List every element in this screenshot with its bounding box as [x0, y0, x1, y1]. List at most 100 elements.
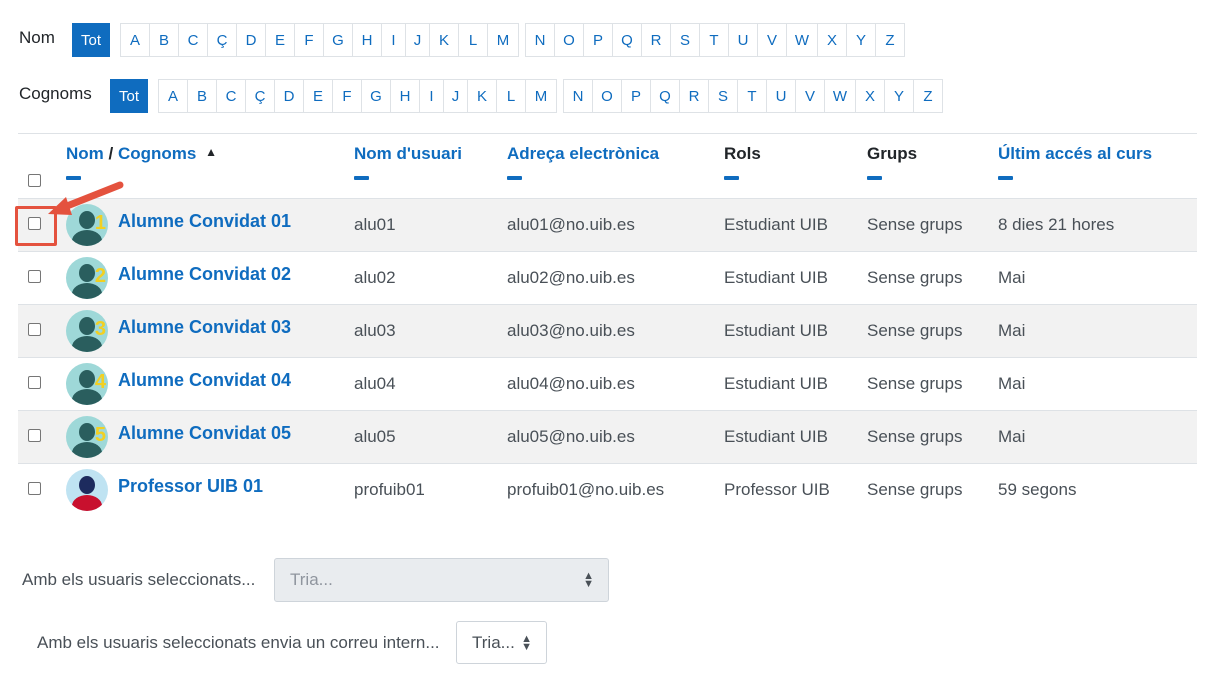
filter-letter-a[interactable]: A	[158, 79, 188, 113]
avatar[interactable]: 5	[66, 416, 108, 458]
groups-cell[interactable]: Sense grups	[867, 357, 998, 411]
filter-letter-d[interactable]: D	[274, 79, 304, 113]
filter-letter-m[interactable]: M	[487, 23, 519, 57]
filter-letter-x[interactable]: X	[855, 79, 885, 113]
filter-letter-p[interactable]: P	[621, 79, 651, 113]
filter-letter-j[interactable]: J	[405, 23, 430, 57]
filter-letter-j[interactable]: J	[443, 79, 468, 113]
user-name-link[interactable]: Alumne Convidat 03	[118, 317, 291, 338]
row-checkbox[interactable]	[28, 270, 41, 283]
role-cell[interactable]: Estudiant UIB	[724, 357, 867, 411]
avatar[interactable]	[66, 469, 108, 511]
row-checkbox[interactable]	[28, 323, 41, 336]
user-name-link[interactable]: Alumne Convidat 02	[118, 264, 291, 285]
collapse-roles-icon[interactable]	[724, 176, 739, 180]
user-name-link[interactable]: Alumne Convidat 04	[118, 370, 291, 391]
filter-letter-a[interactable]: A	[120, 23, 150, 57]
avatar[interactable]: 4	[66, 363, 108, 405]
groups-cell[interactable]: Sense grups	[867, 198, 998, 252]
filter-letter-i[interactable]: I	[381, 23, 406, 57]
groups-cell[interactable]: Sense grups	[867, 304, 998, 358]
filter-letter-ç[interactable]: Ç	[245, 79, 275, 113]
role-cell[interactable]: Estudiant UIB	[724, 304, 867, 358]
row-checkbox[interactable]	[28, 376, 41, 389]
user-name-link[interactable]: Professor UIB 01	[118, 476, 263, 497]
filter-letter-n[interactable]: N	[525, 23, 555, 57]
filter-letter-l[interactable]: L	[496, 79, 526, 113]
filter-letter-k[interactable]: K	[467, 79, 497, 113]
sort-first-name-link[interactable]: Nom	[66, 144, 104, 163]
last-name-filter-all[interactable]: Tot	[110, 79, 148, 113]
first-name-filter-all[interactable]: Tot	[72, 23, 110, 57]
row-select-cell	[18, 463, 66, 516]
sort-last-name-link[interactable]: Cognoms	[118, 144, 196, 163]
filter-letter-r[interactable]: R	[679, 79, 709, 113]
filter-letter-v[interactable]: V	[795, 79, 825, 113]
filter-letter-m[interactable]: M	[525, 79, 557, 113]
sort-username-link[interactable]: Nom d'usuari	[354, 144, 462, 163]
filter-letter-n[interactable]: N	[563, 79, 593, 113]
filter-letter-k[interactable]: K	[429, 23, 459, 57]
filter-letter-h[interactable]: H	[390, 79, 420, 113]
filter-letter-l[interactable]: L	[458, 23, 488, 57]
row-checkbox[interactable]	[28, 482, 41, 495]
filter-letter-u[interactable]: U	[728, 23, 758, 57]
filter-letter-ç[interactable]: Ç	[207, 23, 237, 57]
filter-letter-f[interactable]: F	[332, 79, 362, 113]
filter-letter-g[interactable]: G	[361, 79, 391, 113]
filter-letter-q[interactable]: Q	[612, 23, 642, 57]
groups-cell[interactable]: Sense grups	[867, 251, 998, 305]
user-name-link[interactable]: Alumne Convidat 01	[118, 211, 291, 232]
role-cell[interactable]: Estudiant UIB	[724, 198, 867, 252]
filter-letter-t[interactable]: T	[737, 79, 767, 113]
filter-letter-e[interactable]: E	[265, 23, 295, 57]
filter-letter-y[interactable]: Y	[846, 23, 876, 57]
filter-letter-c[interactable]: C	[178, 23, 208, 57]
groups-cell[interactable]: Sense grups	[867, 463, 998, 516]
filter-letter-p[interactable]: P	[583, 23, 613, 57]
filter-letter-x[interactable]: X	[817, 23, 847, 57]
avatar[interactable]: 3	[66, 310, 108, 352]
filter-letter-r[interactable]: R	[641, 23, 671, 57]
filter-letter-w[interactable]: W	[824, 79, 856, 113]
sort-last-access-link[interactable]: Últim accés al curs	[998, 144, 1152, 163]
role-cell[interactable]: Estudiant UIB	[724, 251, 867, 305]
filter-letter-y[interactable]: Y	[884, 79, 914, 113]
user-name-link[interactable]: Alumne Convidat 05	[118, 423, 291, 444]
filter-letter-d[interactable]: D	[236, 23, 266, 57]
with-selected-select[interactable]: Tria... ▲ ▼	[274, 558, 609, 602]
filter-letter-s[interactable]: S	[708, 79, 738, 113]
filter-letter-i[interactable]: I	[419, 79, 444, 113]
filter-letter-b[interactable]: B	[149, 23, 179, 57]
role-cell[interactable]: Estudiant UIB	[724, 410, 867, 464]
filter-letter-g[interactable]: G	[323, 23, 353, 57]
filter-letter-t[interactable]: T	[699, 23, 729, 57]
table-row: 1 Alumne Convidat 01 alu01 alu01@no.uib.es E…	[18, 198, 1197, 252]
role-cell[interactable]: Professor UIB	[724, 463, 867, 516]
filter-letter-v[interactable]: V	[757, 23, 787, 57]
row-select-cell	[18, 251, 66, 305]
row-checkbox[interactable]	[28, 429, 41, 442]
collapse-last-access-icon[interactable]	[998, 176, 1013, 180]
filter-letter-e[interactable]: E	[303, 79, 333, 113]
filter-letter-z[interactable]: Z	[913, 79, 943, 113]
filter-letter-o[interactable]: O	[592, 79, 622, 113]
filter-letter-b[interactable]: B	[187, 79, 217, 113]
avatar[interactable]: 2	[66, 257, 108, 299]
filter-letter-u[interactable]: U	[766, 79, 796, 113]
groups-cell[interactable]: Sense grups	[867, 410, 998, 464]
filter-letter-o[interactable]: O	[554, 23, 584, 57]
filter-letter-f[interactable]: F	[294, 23, 324, 57]
collapse-email-icon[interactable]	[507, 176, 522, 180]
filter-letter-q[interactable]: Q	[650, 79, 680, 113]
table-row: 5 Alumne Convidat 05 alu05 alu05@no.uib.es E…	[18, 410, 1197, 464]
sort-email-link[interactable]: Adreça electrònica	[507, 144, 659, 163]
filter-letter-c[interactable]: C	[216, 79, 246, 113]
collapse-username-icon[interactable]	[354, 176, 369, 180]
filter-letter-h[interactable]: H	[352, 23, 382, 57]
message-select[interactable]: Tria... ▲ ▼	[456, 621, 547, 664]
collapse-groups-icon[interactable]	[867, 176, 882, 180]
filter-letter-w[interactable]: W	[786, 23, 818, 57]
filter-letter-s[interactable]: S	[670, 23, 700, 57]
filter-letter-z[interactable]: Z	[875, 23, 905, 57]
